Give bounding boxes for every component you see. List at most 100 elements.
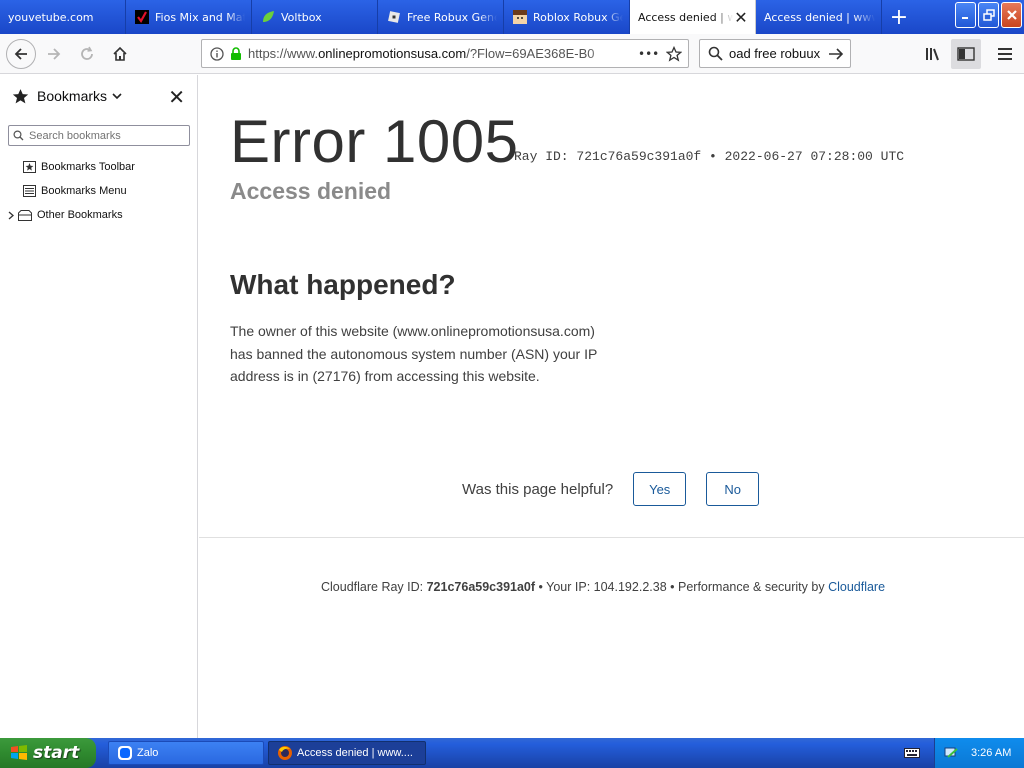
firefox-icon (277, 745, 293, 761)
roblox-icon (386, 9, 402, 25)
system-tray: 3:26 AM (934, 738, 1024, 768)
tab-fios[interactable]: Fios Mix and Match (126, 0, 252, 34)
tab-label: youvetube.com (8, 10, 94, 24)
error-subtitle: Access denied (230, 178, 392, 204)
tab-access-denied[interactable]: Access denied | www.onlinepromotionsusa.… (756, 0, 882, 34)
minimize-icon (961, 17, 968, 19)
bookmark-label: Bookmarks Menu (41, 185, 127, 197)
leaf-icon (260, 9, 276, 25)
bookmarks-sidebar: Bookmarks ✕ Search bookmarks Bookmarks T… (0, 75, 198, 738)
search-placeholder: Search bookmarks (29, 129, 121, 142)
start-button[interactable]: start (0, 738, 96, 768)
tab-access-denied-active[interactable]: Access denied | www.onlinepromotionsusa.… (630, 0, 756, 34)
back-button[interactable] (6, 38, 36, 69)
toolbar-icon (22, 160, 36, 174)
footer-ip: • Your IP: 104.192.2.38 (538, 580, 667, 594)
close-tab-icon[interactable]: ✕ (733, 8, 749, 27)
divider (199, 537, 1024, 538)
url-bar[interactable]: https://www.onlinepromotionsusa.com/?Flo… (201, 39, 689, 68)
tab-label: Voltbox (281, 10, 322, 24)
hamburger-menu-icon (998, 48, 1012, 60)
menu-button[interactable] (990, 39, 1020, 69)
bookmark-label: Bookmarks Toolbar (41, 161, 135, 173)
footer-ray-id: 721c76a59c391a0f (426, 580, 536, 594)
chevron-down-icon (112, 92, 122, 100)
sidebar-toggle-button[interactable] (951, 39, 981, 69)
footer-ray-label: Cloudflare Ray ID: (321, 580, 424, 594)
search-input[interactable]: oad free robuux (729, 46, 820, 61)
home-button[interactable] (105, 39, 135, 69)
url-prefix: https://www. (248, 46, 319, 61)
tab-youvetube[interactable]: youvetube.com (0, 0, 126, 34)
library-icon (926, 48, 939, 61)
navigation-toolbar: https://www.onlinepromotionsusa.com/?Flo… (0, 34, 1024, 74)
verizon-check-icon (134, 9, 150, 25)
sidebar-title: Bookmarks (37, 88, 108, 104)
tab-label: Roblox Robux Generator (533, 10, 623, 24)
restore-button[interactable] (978, 2, 999, 28)
url-host: onlinepromotionsusa.com (318, 46, 467, 61)
avatar-icon (512, 9, 528, 25)
folder-icon (18, 208, 32, 222)
secure-lock-icon[interactable] (230, 46, 242, 61)
tab-free-robux[interactable]: Free Robux Generator (378, 0, 504, 34)
tab-label: Access denied | www.onlinepromotionsusa.… (764, 10, 875, 24)
forward-arrow-icon (48, 47, 61, 60)
search-go-arrow-icon[interactable] (828, 46, 844, 62)
windows-logo-icon (10, 744, 28, 762)
ray-id-line: Ray ID: 721c76a59c391a0f • 2022-06-27 07… (514, 149, 905, 164)
what-happened-heading: What happened? (230, 269, 456, 300)
zalo-icon (117, 745, 133, 761)
url-path: /?Flow=69AE368E-B0 (466, 46, 595, 61)
footer-perf: • Performance & security by (670, 580, 825, 594)
start-label: start (33, 743, 80, 763)
bookmark-label: Other Bookmarks (37, 209, 123, 221)
feedback-question: Was this page helpful? (462, 480, 614, 498)
tab-roblox-robux[interactable]: Roblox Robux Generator (504, 0, 630, 34)
forward-button[interactable] (39, 39, 69, 69)
reload-icon (81, 46, 93, 60)
explanation-text: The owner of this website (www.onlinepro… (230, 323, 598, 384)
tab-label: Access denied | www.onlinepromotionsusa.… (638, 10, 733, 24)
tab-voltbox[interactable]: Voltbox (252, 0, 378, 34)
cloudflare-link[interactable]: Cloudflare (828, 580, 885, 594)
taskbar-item-firefox[interactable]: Access denied | www.... (268, 741, 426, 765)
page-actions-button[interactable]: ••• (638, 47, 659, 61)
search-icon (708, 46, 723, 61)
yes-button[interactable]: Yes (633, 472, 687, 506)
close-icon (1006, 10, 1017, 20)
bookmark-item-menu[interactable]: Bookmarks Menu (22, 181, 127, 201)
window-controls (955, 2, 1022, 28)
search-icon (13, 130, 24, 141)
network-icon[interactable] (943, 745, 959, 761)
search-bar[interactable]: oad free robuux (699, 39, 851, 68)
taskbar-item-zalo[interactable]: Zalo (108, 741, 264, 765)
keyboard-icon[interactable] (904, 746, 920, 760)
star-icon (12, 88, 29, 105)
restore-icon (982, 9, 995, 21)
reload-button[interactable] (72, 39, 102, 69)
sidebar-icon (957, 47, 975, 61)
close-window-button[interactable] (1001, 2, 1022, 28)
bookmark-star-icon[interactable] (666, 46, 682, 62)
close-sidebar-icon[interactable]: ✕ (168, 85, 185, 109)
page-content: Error 1005 Ray ID: 721c76a59c391a0f • 20… (199, 75, 1024, 738)
error-title: Error 1005 (230, 108, 519, 175)
minimize-button[interactable] (955, 2, 976, 28)
no-button[interactable]: No (706, 472, 760, 506)
task-label: Zalo (137, 747, 159, 759)
clock[interactable]: 3:26 AM (971, 747, 1011, 759)
new-tab-button[interactable]: + (882, 0, 916, 34)
menu-icon (22, 184, 36, 198)
bookmarks-search-input[interactable]: Search bookmarks (8, 125, 190, 146)
bookmark-item-other[interactable]: Other Bookmarks (8, 205, 123, 225)
library-button[interactable] (919, 39, 949, 69)
url-text[interactable]: https://www.onlinepromotionsusa.com/?Flo… (248, 46, 624, 61)
info-icon[interactable] (210, 46, 224, 61)
tab-bar: youvetube.com Fios Mix and Match Voltbox… (0, 0, 1024, 34)
home-icon (113, 46, 127, 61)
expand-arrow-icon[interactable] (8, 211, 14, 220)
footer: Cloudflare Ray ID: 721c76a59c391a0f • Yo… (321, 580, 885, 594)
task-label: Access denied | www.... (297, 747, 413, 759)
bookmark-item-toolbar[interactable]: Bookmarks Toolbar (22, 157, 135, 177)
